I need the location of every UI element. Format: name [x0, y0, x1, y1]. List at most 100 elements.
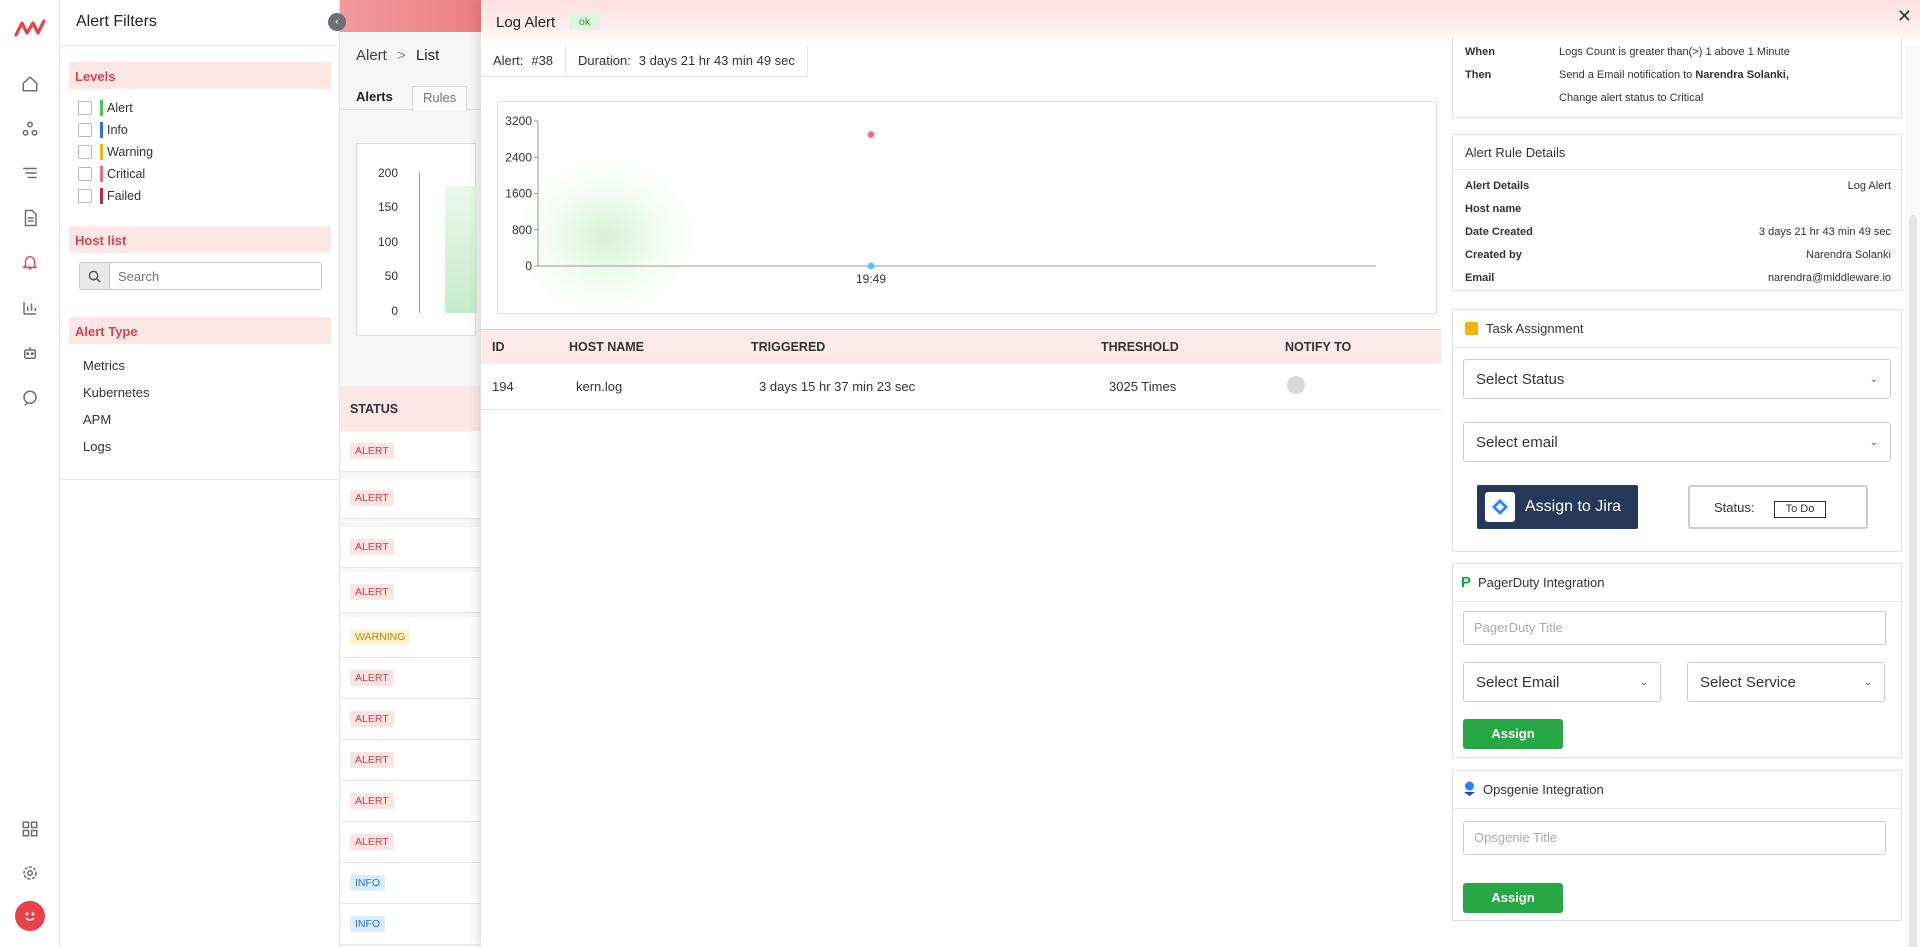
then-text: Send a Email notification to Narendra So… [1559, 69, 1789, 81]
pagerduty-service-value: Select Service [1700, 673, 1796, 691]
cell-triggered: 3 days 15 hr 37 min 23 sec [759, 379, 916, 394]
table-row[interactable]: ALERT [340, 822, 480, 863]
jira-icon [1485, 492, 1515, 522]
col-id: ID [492, 340, 505, 354]
detail-label: Host name [1465, 203, 1522, 215]
logs-icon[interactable] [18, 161, 42, 185]
duration-value: 3 days 21 hr 43 min 49 sec [638, 53, 795, 68]
opsgenie-assign-button[interactable]: Assign [1463, 883, 1563, 913]
detail-label: Email [1465, 272, 1495, 284]
checkbox[interactable] [78, 167, 92, 181]
pagerduty-assign-button[interactable]: Assign [1463, 719, 1563, 749]
settings-gear-icon[interactable] [18, 861, 42, 885]
table-row[interactable]: ALERT [340, 572, 480, 613]
table-row[interactable]: ALERT [340, 527, 480, 568]
support-chat-icon[interactable] [18, 386, 42, 410]
checkbox[interactable] [78, 101, 92, 115]
level-critical[interactable]: Critical [78, 165, 145, 183]
alert-type-metrics[interactable]: Metrics [83, 358, 125, 373]
document-icon[interactable] [18, 206, 42, 230]
pagerduty-box: P PagerDuty Integration PagerDuty Title … [1452, 563, 1902, 758]
jira-button-label: Assign to Jira [1525, 498, 1622, 515]
task-title: Task Assignment [1486, 321, 1584, 336]
then-label: Then [1465, 69, 1492, 81]
cell-id: 194 [492, 379, 514, 394]
tab-alerts[interactable]: Alerts [346, 86, 403, 111]
chevron-down-icon: ⌄ [1869, 436, 1878, 448]
middleware-logo[interactable] [14, 18, 46, 40]
breadcrumb-root[interactable]: Alert [356, 47, 387, 64]
home-icon[interactable] [18, 72, 42, 96]
then-prefix: Send a Email notification to [1559, 69, 1696, 81]
cell-host: kern.log [576, 379, 623, 394]
alerts-bell-icon[interactable] [18, 250, 42, 274]
opsgenie-title-input[interactable]: Opsgenie Title [1463, 821, 1886, 855]
y-tick: 150 [377, 200, 398, 214]
y-tick: 50 [384, 269, 398, 283]
level-alert[interactable]: Alert [78, 99, 133, 117]
divider [60, 479, 340, 480]
checkbox[interactable] [78, 189, 92, 203]
col-triggered: TRIGGERED [751, 340, 826, 354]
robot-icon[interactable] [18, 341, 42, 365]
level-color-bar [100, 122, 103, 138]
table-row[interactable]: ALERT [340, 781, 480, 822]
pagerduty-email-select[interactable]: Select Email ⌄ [1463, 662, 1661, 702]
y-tick: 200 [377, 166, 398, 180]
table-row[interactable]: ALERT [340, 478, 480, 519]
pagerduty-icon: P [1461, 574, 1472, 591]
dashboard-chart-icon[interactable] [18, 296, 42, 320]
table-row[interactable]: ALERT [340, 740, 480, 781]
table-row[interactable]: ALERT [340, 431, 480, 472]
col-host-name: HOST NAME [569, 340, 644, 354]
user-avatar[interactable] [15, 901, 45, 931]
alert-type-kubernetes[interactable]: Kubernetes [83, 385, 150, 400]
close-icon[interactable]: ✕ [1897, 6, 1912, 27]
user-avatar-icon[interactable] [1287, 376, 1305, 394]
level-failed[interactable]: Failed [78, 187, 141, 205]
status-column-header: STATUS [340, 386, 480, 431]
nav-rail [0, 0, 60, 947]
detail-value: Narendra Solanki [1806, 249, 1891, 261]
status-badge: INFO [350, 916, 386, 932]
status-badge: INFO [350, 875, 386, 891]
table-row[interactable]: 194 kern.log 3 days 15 hr 37 min 23 sec … [481, 364, 1441, 410]
tab-rules[interactable]: Rules [412, 86, 468, 111]
status-badge: ALERT [350, 443, 394, 459]
alert-trend-chart: 3200 2400 1600 800 0 19:49 [497, 101, 1437, 314]
y-tick-label: 3200 [505, 114, 532, 128]
alert-type-apm[interactable]: APM [83, 412, 111, 427]
assign-to-jira-button[interactable]: Assign to Jira [1477, 485, 1638, 529]
jira-status: Status: To Do [1688, 485, 1868, 529]
search-input[interactable] [110, 264, 310, 288]
data-point [867, 130, 875, 139]
jira-status-value[interactable]: To Do [1774, 501, 1826, 518]
infrastructure-icon[interactable] [18, 117, 42, 141]
status-badge: ALERT [350, 584, 394, 600]
pagerduty-service-select[interactable]: Select Service ⌄ [1687, 662, 1885, 702]
cell-threshold: 3025 Times [1109, 379, 1177, 394]
table-row[interactable]: WARNING [340, 617, 480, 658]
collapse-panel-chevron-icon[interactable]: ‹ [328, 13, 346, 31]
checkbox[interactable] [78, 123, 92, 137]
pagerduty-title-input[interactable]: PagerDuty Title [1463, 611, 1886, 645]
apps-grid-icon[interactable] [18, 817, 42, 841]
checkbox[interactable] [78, 145, 92, 159]
level-color-bar [100, 188, 103, 204]
table-row[interactable]: ALERT [340, 699, 480, 740]
scrollbar-thumb[interactable] [1909, 215, 1917, 947]
email-select[interactable]: Select email ⌄ [1463, 422, 1891, 462]
when-label: When [1465, 46, 1495, 58]
detail-value: Log Alert [1847, 180, 1891, 192]
level-info[interactable]: Info [78, 121, 128, 139]
duration-cell: Duration: 3 days 21 hr 43 min 49 sec [566, 45, 808, 77]
table-row[interactable]: ALERT [340, 658, 480, 699]
chart-svg: 3200 2400 1600 800 0 19:49 [505, 114, 1376, 286]
level-warning[interactable]: Warning [78, 143, 153, 161]
status-select[interactable]: Select Status ⌄ [1463, 359, 1891, 399]
scrollbar[interactable] [1906, 45, 1920, 947]
table-row[interactable]: INFO [340, 904, 480, 945]
alert-type-logs[interactable]: Logs [83, 439, 111, 454]
table-row[interactable]: INFO [340, 863, 480, 904]
host-search[interactable] [79, 262, 322, 290]
